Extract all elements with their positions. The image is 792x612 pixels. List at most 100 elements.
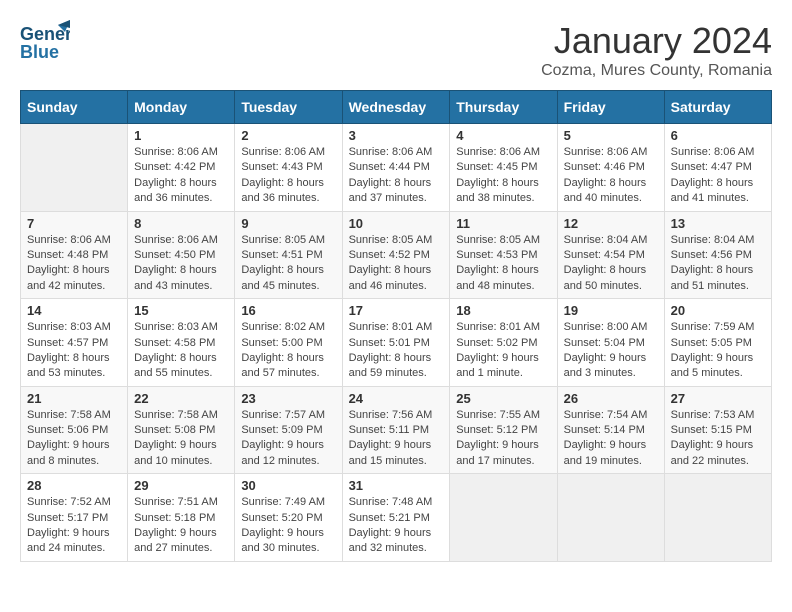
calendar-day-cell: 6 Sunrise: 8:06 AMSunset: 4:47 PMDaylight… [664,124,771,212]
day-info: Sunrise: 7:57 AMSunset: 5:09 PMDaylight:… [241,408,335,470]
day-info: Sunrise: 8:05 AMSunset: 4:52 PMDaylight:… [349,233,444,295]
calendar-day-cell: 23 Sunrise: 7:57 AMSunset: 5:09 PMDayligh… [235,386,342,474]
day-info: Sunrise: 7:53 AMSunset: 5:15 PMDaylight:… [671,408,765,470]
calendar-day-cell: 25Sunrise: 7:55 AMSunset: 5:12 PMDayligh… [450,386,557,474]
calendar-day-cell: 12 Sunrise: 8:04 AMSunset: 4:54 PMDayligh… [557,211,664,299]
calendar-week-row: 14 Sunrise: 8:03 AMSunset: 4:57 PMDayligh… [21,299,772,387]
calendar-day-cell: 15 Sunrise: 8:03 AMSunset: 4:58 PMDayligh… [128,299,235,387]
weekday-header-cell: Saturday [664,91,771,124]
calendar-week-row: 21 Sunrise: 7:58 AMSunset: 5:06 PMDayligh… [21,386,772,474]
day-number: 15 [134,303,228,318]
day-number: 12 [564,216,658,231]
calendar-day-cell: 5 Sunrise: 8:06 AMSunset: 4:46 PMDaylight… [557,124,664,212]
calendar-day-cell: 24 Sunrise: 7:56 AMSunset: 5:11 PMDayligh… [342,386,450,474]
day-info: Sunrise: 7:56 AMSunset: 5:11 PMDaylight:… [349,408,444,470]
day-number: 5 [564,128,658,143]
weekday-header-cell: Tuesday [235,91,342,124]
month-title: January 2024 [541,20,772,62]
weekday-header-cell: Thursday [450,91,557,124]
page-header: General Blue January 2024 Cozma, Mures C… [20,20,772,80]
day-info: Sunrise: 7:51 AMSunset: 5:18 PMDaylight:… [134,495,228,557]
day-number: 19 [564,303,658,318]
day-number: 17 [349,303,444,318]
day-info: Sunrise: 8:06 AMSunset: 4:47 PMDaylight:… [671,145,765,207]
calendar-day-cell: 19 Sunrise: 8:00 AMSunset: 5:04 PMDayligh… [557,299,664,387]
day-number: 13 [671,216,765,231]
day-info: Sunrise: 8:01 AMSunset: 5:02 PMDaylight:… [456,320,550,382]
day-number: 10 [349,216,444,231]
day-info: Sunrise: 8:04 AMSunset: 4:54 PMDaylight:… [564,233,658,295]
day-number: 11 [456,216,550,231]
calendar-day-cell: 29 Sunrise: 7:51 AMSunset: 5:18 PMDayligh… [128,474,235,562]
calendar-day-cell: 11Sunrise: 8:05 AMSunset: 4:53 PMDayligh… [450,211,557,299]
day-info: Sunrise: 8:06 AMSunset: 4:42 PMDaylight:… [134,145,228,207]
day-info: Sunrise: 7:52 AMSunset: 5:17 PMDaylight:… [27,495,121,557]
day-number: 1 [134,128,228,143]
day-number: 14 [27,303,121,318]
weekday-header-row: SundayMondayTuesdayWednesdayThursdayFrid… [21,91,772,124]
day-info: Sunrise: 8:05 AMSunset: 4:51 PMDaylight:… [241,233,335,295]
day-info: Sunrise: 8:04 AMSunset: 4:56 PMDaylight:… [671,233,765,295]
day-number: 24 [349,391,444,406]
day-info: Sunrise: 8:06 AMSunset: 4:43 PMDaylight:… [241,145,335,207]
calendar-day-cell: 17Sunrise: 8:01 AMSunset: 5:01 PMDayligh… [342,299,450,387]
title-area: January 2024 Cozma, Mures County, Romani… [541,20,772,80]
day-number: 3 [349,128,444,143]
calendar-day-cell [450,474,557,562]
calendar-day-cell: 2 Sunrise: 8:06 AMSunset: 4:43 PMDaylight… [235,124,342,212]
day-info: Sunrise: 7:58 AMSunset: 5:06 PMDaylight:… [27,408,121,470]
day-info: Sunrise: 8:06 AMSunset: 4:48 PMDaylight:… [27,233,121,295]
day-info: Sunrise: 7:54 AMSunset: 5:14 PMDaylight:… [564,408,658,470]
day-number: 21 [27,391,121,406]
day-number: 30 [241,478,335,493]
calendar-week-row: 7 Sunrise: 8:06 AMSunset: 4:48 PMDaylight… [21,211,772,299]
day-info: Sunrise: 8:03 AMSunset: 4:57 PMDaylight:… [27,320,121,382]
location-title: Cozma, Mures County, Romania [541,62,772,80]
calendar-day-cell: 14 Sunrise: 8:03 AMSunset: 4:57 PMDayligh… [21,299,128,387]
logo: General Blue [20,20,70,70]
day-info: Sunrise: 8:06 AMSunset: 4:45 PMDaylight:… [456,145,550,207]
day-number: 6 [671,128,765,143]
day-info: Sunrise: 8:06 AMSunset: 4:50 PMDaylight:… [134,233,228,295]
day-info: Sunrise: 8:06 AMSunset: 4:44 PMDaylight:… [349,145,444,207]
day-info: Sunrise: 7:59 AMSunset: 5:05 PMDaylight:… [671,320,765,382]
calendar-day-cell [664,474,771,562]
day-info: Sunrise: 7:49 AMSunset: 5:20 PMDaylight:… [241,495,335,557]
day-number: 2 [241,128,335,143]
day-number: 27 [671,391,765,406]
calendar-day-cell: 26Sunrise: 7:54 AMSunset: 5:14 PMDayligh… [557,386,664,474]
day-info: Sunrise: 7:58 AMSunset: 5:08 PMDaylight:… [134,408,228,470]
calendar-day-cell: 10 Sunrise: 8:05 AMSunset: 4:52 PMDayligh… [342,211,450,299]
day-number: 22 [134,391,228,406]
day-number: 7 [27,216,121,231]
day-info: Sunrise: 8:02 AMSunset: 5:00 PMDaylight:… [241,320,335,382]
calendar-day-cell: 4 Sunrise: 8:06 AMSunset: 4:45 PMDaylight… [450,124,557,212]
day-info: Sunrise: 8:00 AMSunset: 5:04 PMDaylight:… [564,320,658,382]
calendar-day-cell: 16Sunrise: 8:02 AMSunset: 5:00 PMDayligh… [235,299,342,387]
calendar-day-cell [557,474,664,562]
day-number: 18 [456,303,550,318]
day-number: 25 [456,391,550,406]
day-info: Sunrise: 8:06 AMSunset: 4:46 PMDaylight:… [564,145,658,207]
calendar-day-cell: 27 Sunrise: 7:53 AMSunset: 5:15 PMDayligh… [664,386,771,474]
calendar-table: SundayMondayTuesdayWednesdayThursdayFrid… [20,90,772,562]
calendar-day-cell: 20 Sunrise: 7:59 AMSunset: 5:05 PMDayligh… [664,299,771,387]
day-number: 20 [671,303,765,318]
day-info: Sunrise: 8:03 AMSunset: 4:58 PMDaylight:… [134,320,228,382]
calendar-day-cell: 22 Sunrise: 7:58 AMSunset: 5:08 PMDayligh… [128,386,235,474]
weekday-header-cell: Friday [557,91,664,124]
calendar-day-cell: 13 Sunrise: 8:04 AMSunset: 4:56 PMDayligh… [664,211,771,299]
day-number: 9 [241,216,335,231]
calendar-body: 1 Sunrise: 8:06 AMSunset: 4:42 PMDaylight… [21,124,772,562]
calendar-day-cell: 9 Sunrise: 8:05 AMSunset: 4:51 PMDaylight… [235,211,342,299]
weekday-header-cell: Wednesday [342,91,450,124]
calendar-day-cell: 18 Sunrise: 8:01 AMSunset: 5:02 PMDayligh… [450,299,557,387]
day-number: 29 [134,478,228,493]
calendar-day-cell: 1 Sunrise: 8:06 AMSunset: 4:42 PMDaylight… [128,124,235,212]
calendar-day-cell: 21 Sunrise: 7:58 AMSunset: 5:06 PMDayligh… [21,386,128,474]
weekday-header-cell: Sunday [21,91,128,124]
logo-icon: General Blue [20,20,70,70]
calendar-week-row: 1 Sunrise: 8:06 AMSunset: 4:42 PMDaylight… [21,124,772,212]
day-number: 23 [241,391,335,406]
day-number: 4 [456,128,550,143]
